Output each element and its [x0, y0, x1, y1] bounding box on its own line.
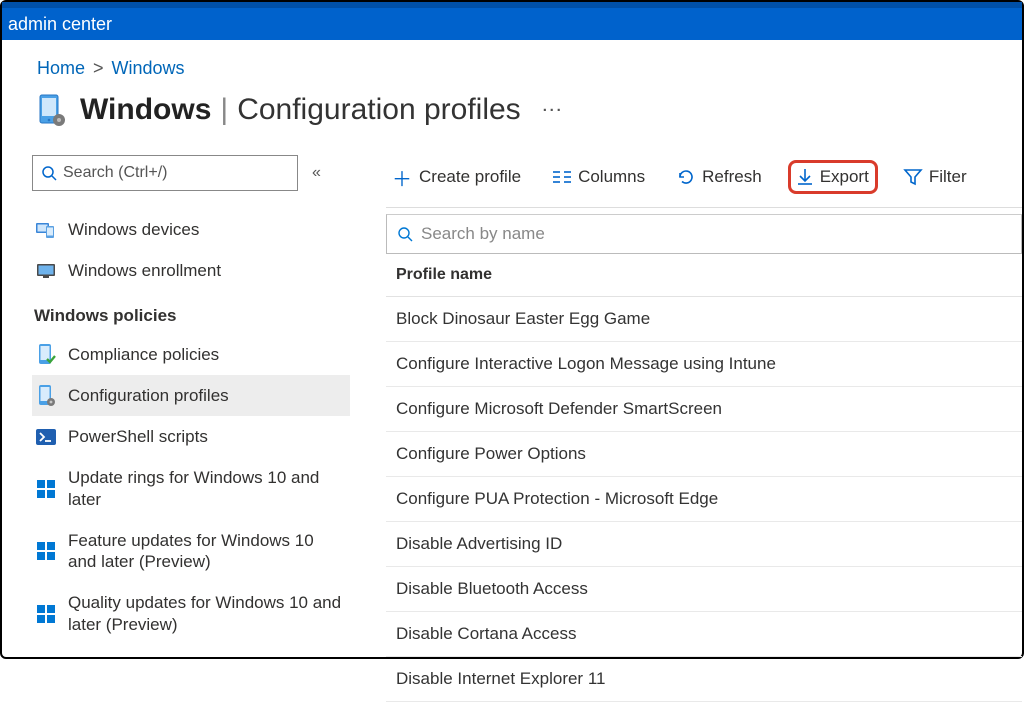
sidebar-item-windows-devices[interactable]: Windows devices: [32, 209, 350, 250]
search-icon: [41, 165, 57, 181]
create-profile-button[interactable]: ＋ Create profile: [386, 159, 527, 196]
plus-icon: ＋: [392, 163, 412, 192]
breadcrumb-separator: >: [93, 58, 104, 79]
sidebar-item-label: Update rings for Windows 10 and later: [68, 467, 344, 510]
sidebar-item-label: Quality updates for Windows 10 and later…: [68, 592, 344, 635]
refresh-button[interactable]: Refresh: [671, 163, 768, 191]
sidebar-group-label: Windows policies: [32, 292, 350, 334]
breadcrumb: Home > Windows: [32, 58, 1022, 79]
sidebar-item-compliance-policies[interactable]: Compliance policies: [32, 334, 350, 375]
page-title-pipe: |: [220, 93, 228, 127]
sidebar-item-label: Windows enrollment: [68, 260, 344, 281]
devices-icon: [36, 220, 56, 240]
table-row[interactable]: Configure PUA Protection - Microsoft Edg…: [386, 477, 1022, 522]
top-bar-title: admin center: [8, 14, 112, 35]
collapse-sidebar-button[interactable]: «: [312, 164, 321, 182]
table-row[interactable]: Disable Cortana Access: [386, 612, 1022, 657]
filter-icon: [904, 168, 922, 186]
export-label: Export: [820, 167, 869, 187]
table-column-header[interactable]: Profile name: [386, 254, 1022, 297]
table-row[interactable]: Disable Advertising ID: [386, 522, 1022, 567]
download-icon: [797, 168, 813, 186]
sidebar-search-input[interactable]: Search (Ctrl+/): [32, 155, 298, 191]
profile-search-placeholder: Search by name: [421, 224, 545, 244]
sidebar: Search (Ctrl+/) « Windows devices Windows…: [32, 155, 350, 645]
filter-label: Filter: [929, 167, 967, 187]
sidebar-item-label: Compliance policies: [68, 344, 344, 365]
filter-button[interactable]: Filter: [898, 163, 973, 191]
export-button[interactable]: Export: [788, 160, 878, 194]
columns-button[interactable]: Columns: [547, 163, 651, 191]
main-panel: ＋ Create profile Columns Refresh: [350, 155, 1022, 702]
profile-search-input[interactable]: Search by name: [386, 214, 1022, 254]
sidebar-item-label: PowerShell scripts: [68, 426, 344, 447]
breadcrumb-home[interactable]: Home: [37, 58, 85, 79]
windows-device-icon: [34, 93, 68, 127]
columns-label: Columns: [578, 167, 645, 187]
more-button[interactable]: ···: [543, 102, 564, 119]
columns-icon: [553, 170, 571, 184]
phone-gear-icon: [36, 385, 56, 405]
refresh-icon: [677, 168, 695, 186]
phone-check-icon: [36, 344, 56, 364]
sidebar-item-label: Configuration profiles: [68, 385, 344, 406]
page-title: Windows | Configuration profiles: [80, 93, 521, 127]
refresh-label: Refresh: [702, 167, 762, 187]
table-row[interactable]: Block Dinosaur Easter Egg Game: [386, 297, 1022, 342]
table-row[interactable]: Configure Power Options: [386, 432, 1022, 477]
table-row[interactable]: Configure Microsoft Defender SmartScreen: [386, 387, 1022, 432]
table-row[interactable]: Disable Internet Explorer 11: [386, 657, 1022, 702]
breadcrumb-windows[interactable]: Windows: [112, 58, 185, 79]
top-bar: admin center: [2, 2, 1022, 40]
page-title-rest: Configuration profiles: [237, 93, 521, 127]
win-icon: [36, 479, 56, 499]
search-icon: [397, 226, 413, 242]
win-icon: [36, 604, 56, 624]
table-row[interactable]: Configure Interactive Logon Message usin…: [386, 342, 1022, 387]
toolbar-divider: [386, 207, 1022, 208]
page-title-strong: Windows: [80, 93, 211, 127]
toolbar: ＋ Create profile Columns Refresh: [386, 155, 1022, 199]
sidebar-item-quality-updates-for-windows-10-and-later-preview[interactable]: Quality updates for Windows 10 and later…: [32, 582, 350, 645]
page-content: Home > Windows Windows | Configuration p…: [2, 40, 1022, 702]
sidebar-search-placeholder: Search (Ctrl+/): [63, 164, 167, 182]
sidebar-item-configuration-profiles[interactable]: Configuration profiles: [32, 375, 350, 416]
sidebar-item-powershell-scripts[interactable]: PowerShell scripts: [32, 416, 350, 457]
enrollment-icon: [36, 261, 56, 281]
ps-icon: [36, 427, 56, 447]
sidebar-item-update-rings-for-windows-10-and-later[interactable]: Update rings for Windows 10 and later: [32, 457, 350, 520]
table-row[interactable]: Disable Bluetooth Access: [386, 567, 1022, 612]
page-header: Windows | Configuration profiles ···: [32, 93, 1022, 127]
sidebar-item-label: Windows devices: [68, 219, 344, 240]
create-profile-label: Create profile: [419, 167, 521, 187]
sidebar-item-windows-enrollment[interactable]: Windows enrollment: [32, 250, 350, 291]
win-icon: [36, 541, 56, 561]
sidebar-item-feature-updates-for-windows-10-and-later-preview[interactable]: Feature updates for Windows 10 and later…: [32, 520, 350, 583]
sidebar-item-label: Feature updates for Windows 10 and later…: [68, 530, 344, 573]
